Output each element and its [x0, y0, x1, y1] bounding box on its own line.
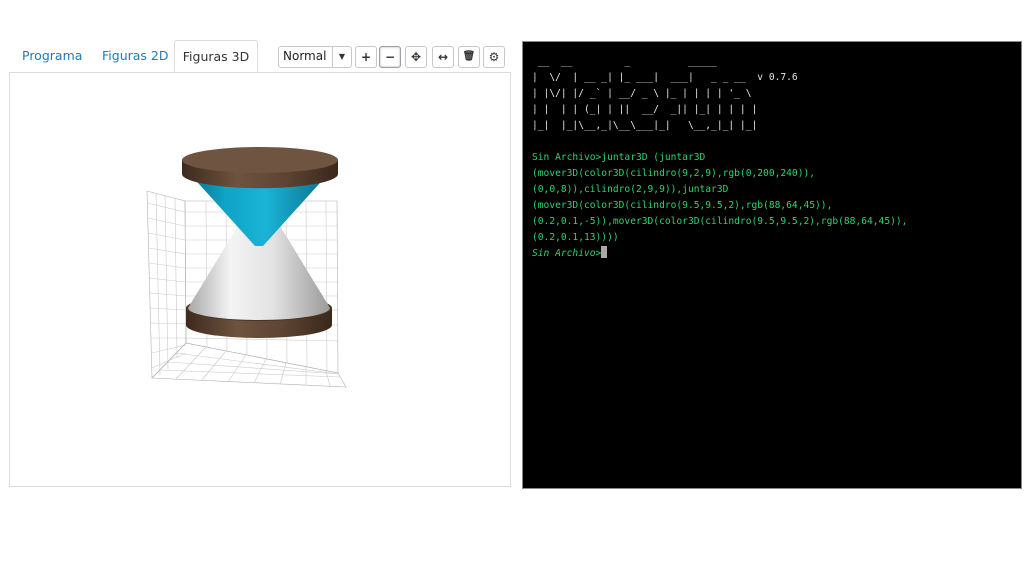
pan-button[interactable]: ✥ [405, 46, 427, 68]
command-line: Sin Archivo>juntar3D (juntar3D [532, 152, 706, 163]
fit-width-button[interactable]: ↔ [432, 46, 454, 68]
zoom-in-button[interactable]: + [355, 46, 377, 68]
banner-line: |_| |_|\__,_|\__\___|_| \__,_|_| |_| [532, 120, 758, 131]
console-output: __ __ _ _____ | \/ | __ _| |_ ___| ___| … [532, 54, 907, 262]
settings-button[interactable]: ⚙ [483, 46, 505, 68]
banner-line: | \/ | __ _| |_ ___| ___| _ _ __ v 0.7.6 [532, 72, 798, 83]
view-mode-select[interactable]: Normal ▼ [278, 46, 352, 68]
scene-canvas[interactable] [10, 73, 510, 486]
banner-line: | | | | (_| | || __/ _|| |_| | | | | [532, 104, 758, 115]
command-line: (mover3D(color3D(cilindro(9.5,9.5,2),rgb… [532, 200, 833, 211]
horizontal-arrows-icon: ↔ [437, 50, 449, 64]
move-icon: ✥ [410, 50, 422, 64]
minus-icon: − [384, 50, 396, 64]
zoom-out-button[interactable]: − [379, 46, 401, 68]
chevron-down-icon: ▼ [332, 47, 351, 67]
tab-figuras-2d[interactable]: Figuras 2D [102, 40, 168, 72]
command-line: (mover3D(color3D(cilindro(9,2,9),rgb(0,2… [532, 168, 816, 179]
command-line: (0.2,0.1,13)))) [532, 232, 619, 243]
gear-icon: ⚙ [488, 50, 500, 64]
banner-line: __ __ _ _____ [532, 56, 717, 67]
tab-programa[interactable]: Programa [22, 40, 82, 72]
view-mode-value: Normal [283, 49, 327, 63]
console-terminal[interactable]: __ __ _ _____ | \/ | __ _| |_ ___| ___| … [522, 41, 1022, 489]
console-prompt: Sin Archivo> [532, 248, 602, 259]
banner-line: | |\/| |/ _` | __/ _ \ |_ | | | | '_ \ [532, 88, 752, 99]
tab-figuras-3d[interactable]: Figuras 3D [174, 40, 258, 74]
trash-icon: 🗑 [462, 51, 476, 62]
tab-bar: Programa Figuras 2D Figuras 3D [10, 40, 258, 74]
clear-button[interactable]: 🗑 [458, 46, 480, 68]
plus-icon: + [360, 50, 372, 64]
top-disc [182, 147, 338, 189]
command-line: (0.2,0.1,-5)),mover3D(color3D(cilindro(9… [532, 216, 908, 227]
text-cursor[interactable] [601, 246, 608, 258]
viewer-3d-panel[interactable] [9, 72, 511, 487]
command-line: (0,0,8)),cilindro(2,9,9)),juntar3D [532, 184, 729, 195]
